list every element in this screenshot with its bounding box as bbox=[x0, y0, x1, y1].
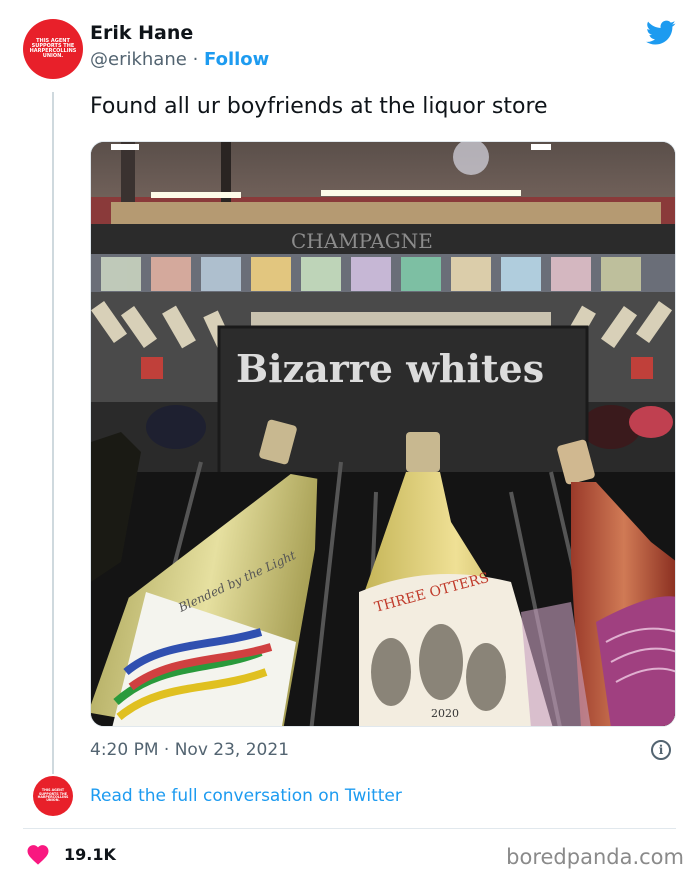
thread-line bbox=[52, 92, 54, 774]
liquor-store-photo: CHAMPAGNE Bizarre whites Blended by the … bbox=[91, 142, 675, 726]
read-conversation-link[interactable]: Read the full conversation on Twitter bbox=[90, 786, 402, 806]
avatar-lettering: THIS AGENT SUPPORTS THE HARPERCOLLINS UN… bbox=[29, 37, 77, 60]
tweet-text: Found all ur boyfriends at the liquor st… bbox=[90, 94, 548, 119]
tweet-date: Nov 23, 2021 bbox=[174, 740, 290, 760]
like-count: 19.1K bbox=[64, 844, 116, 864]
divider bbox=[23, 828, 676, 829]
avatar[interactable]: THIS AGENT SUPPORTS THE HARPERCOLLINS UN… bbox=[23, 19, 83, 79]
heart-icon[interactable] bbox=[26, 843, 50, 865]
tweet-time: 4:20 PM bbox=[90, 740, 159, 760]
author-handle[interactable]: @erikhane bbox=[90, 49, 187, 70]
tweet-photo[interactable]: CHAMPAGNE Bizarre whites Blended by the … bbox=[90, 141, 676, 727]
avatar-small[interactable]: THIS AGENT SUPPORTS THE HARPERCOLLINS UN… bbox=[33, 776, 73, 816]
watermark: boredpanda.com bbox=[506, 845, 684, 869]
info-icon[interactable]: i bbox=[651, 740, 671, 760]
shelf-sign: Bizarre whites bbox=[236, 346, 544, 391]
tweet-timestamp[interactable]: 4:20 PM · Nov 23, 2021 bbox=[90, 740, 289, 760]
author-name[interactable]: Erik Hane bbox=[90, 22, 193, 44]
twitter-bird-icon[interactable] bbox=[646, 20, 676, 46]
avatar-small-lettering: THIS AGENT SUPPORTS THE HARPERCOLLINS UN… bbox=[37, 788, 69, 803]
follow-button[interactable]: Follow bbox=[204, 49, 269, 70]
timestamp-separator: · bbox=[163, 740, 170, 760]
label-center-year: 2020 bbox=[431, 707, 459, 720]
store-sign: CHAMPAGNE bbox=[291, 229, 433, 253]
separator: · bbox=[192, 49, 199, 70]
like-row[interactable]: 19.1K bbox=[26, 843, 116, 865]
handle-row: @erikhane · Follow bbox=[90, 49, 269, 70]
